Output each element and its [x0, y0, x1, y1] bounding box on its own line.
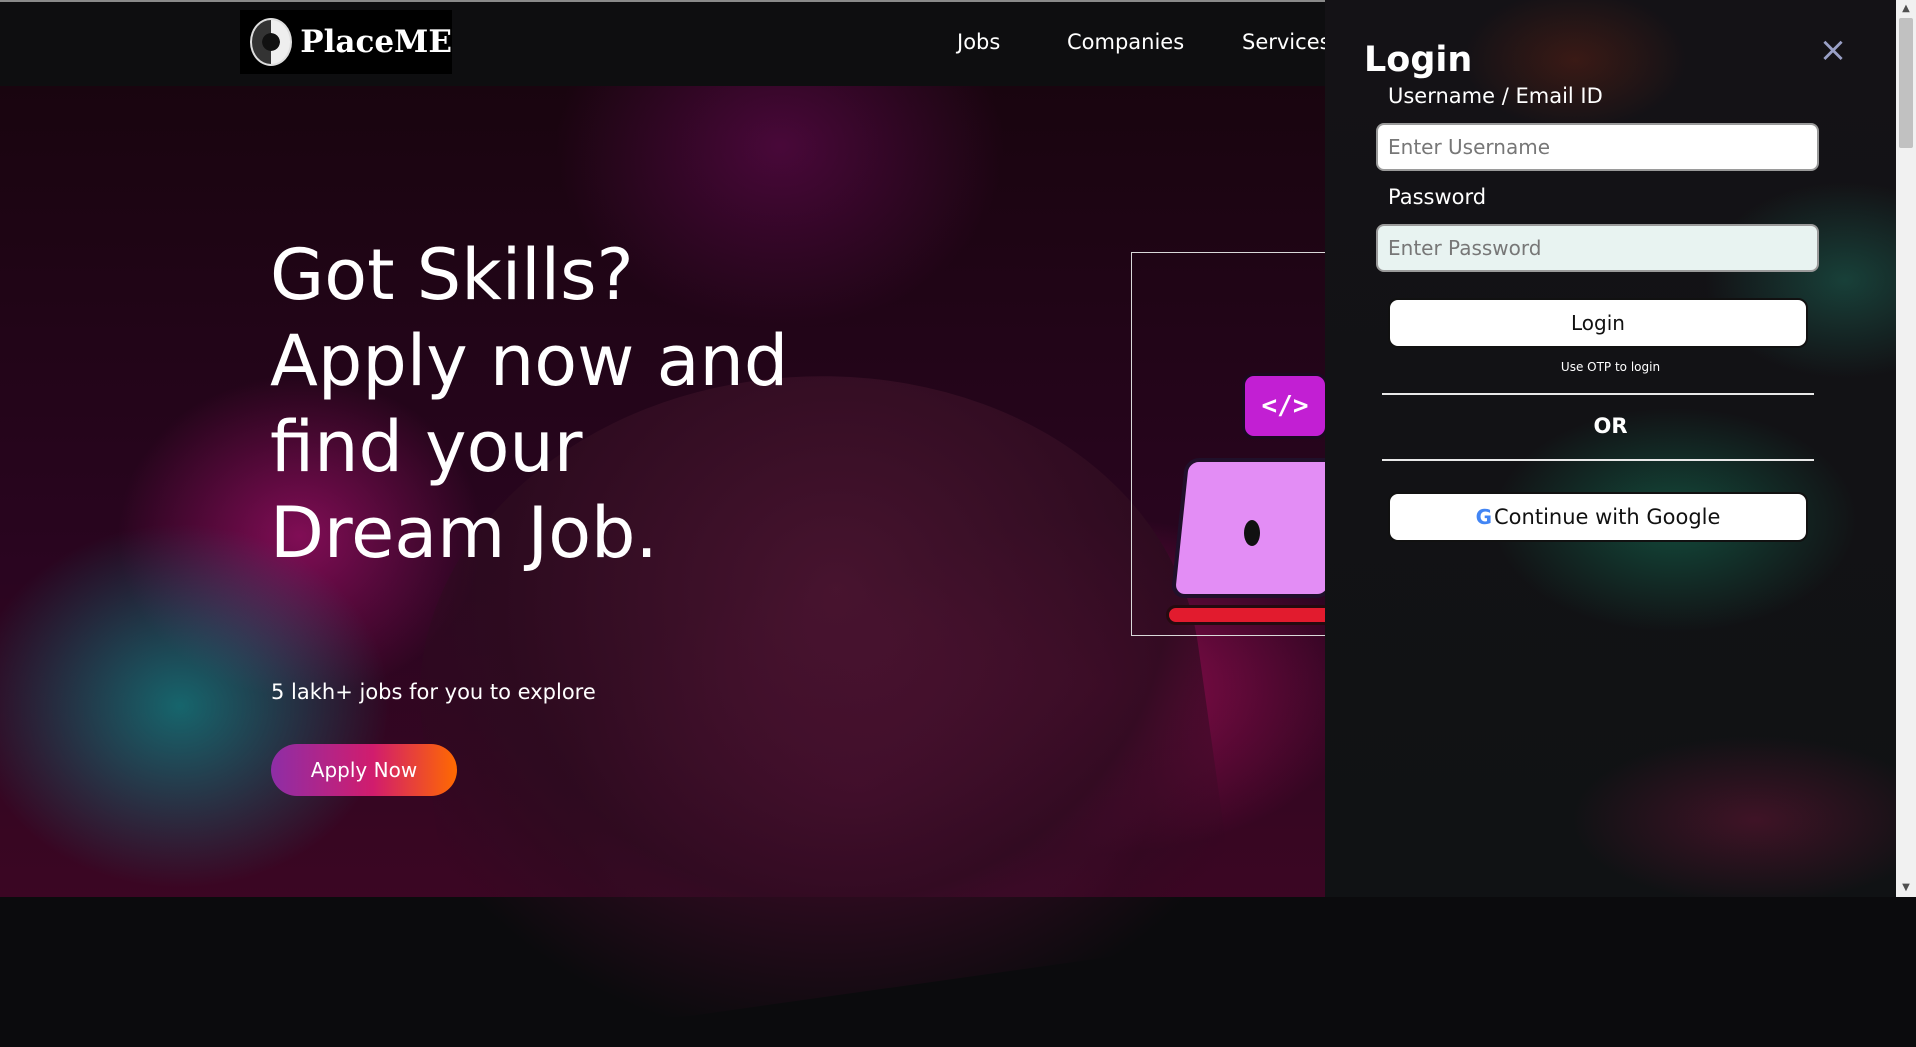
- close-icon[interactable]: ×: [1813, 30, 1853, 70]
- login-panel: Login × Username / Email ID Password Log…: [1325, 0, 1896, 897]
- scroll-down-arrow-icon[interactable]: ▼: [1896, 879, 1916, 897]
- password-label: Password: [1388, 185, 1487, 209]
- password-input[interactable]: [1376, 224, 1819, 272]
- code-bubble-icon: </>: [1242, 373, 1328, 439]
- nav-link-jobs[interactable]: Jobs: [957, 30, 1000, 54]
- divider-bottom: [1382, 459, 1814, 461]
- apply-now-button[interactable]: Apply Now: [271, 744, 457, 796]
- login-title: Login: [1364, 40, 1473, 80]
- google-button-label: Continue with Google: [1494, 505, 1721, 529]
- laptop-eye-decoration: [1244, 520, 1260, 546]
- nav-link-companies[interactable]: Companies: [1067, 30, 1184, 54]
- brand-logo[interactable]: PlaceME: [240, 10, 452, 74]
- username-label: Username / Email ID: [1388, 84, 1603, 108]
- nav-link-services[interactable]: Services: [1242, 30, 1331, 54]
- username-input[interactable]: [1376, 123, 1819, 171]
- brand-name: PlaceME: [300, 24, 452, 60]
- or-separator: OR: [1593, 414, 1628, 438]
- divider-top: [1382, 393, 1814, 395]
- continue-with-google-button[interactable]: G Continue with Google: [1388, 492, 1808, 542]
- hero-title: Got Skills? Apply now and find your Drea…: [270, 234, 789, 574]
- hero-subtitle: 5 lakh+ jobs for you to explore: [271, 680, 596, 704]
- use-otp-link[interactable]: Use OTP to login: [1325, 360, 1896, 374]
- page-scrollbar[interactable]: ▲ ▼: [1896, 0, 1916, 897]
- yin-yang-logo-icon: [250, 18, 293, 66]
- google-icon: G: [1475, 505, 1493, 529]
- login-button[interactable]: Login: [1388, 298, 1808, 348]
- scrollbar-thumb[interactable]: [1899, 18, 1913, 148]
- scroll-up-arrow-icon[interactable]: ▲: [1896, 0, 1916, 18]
